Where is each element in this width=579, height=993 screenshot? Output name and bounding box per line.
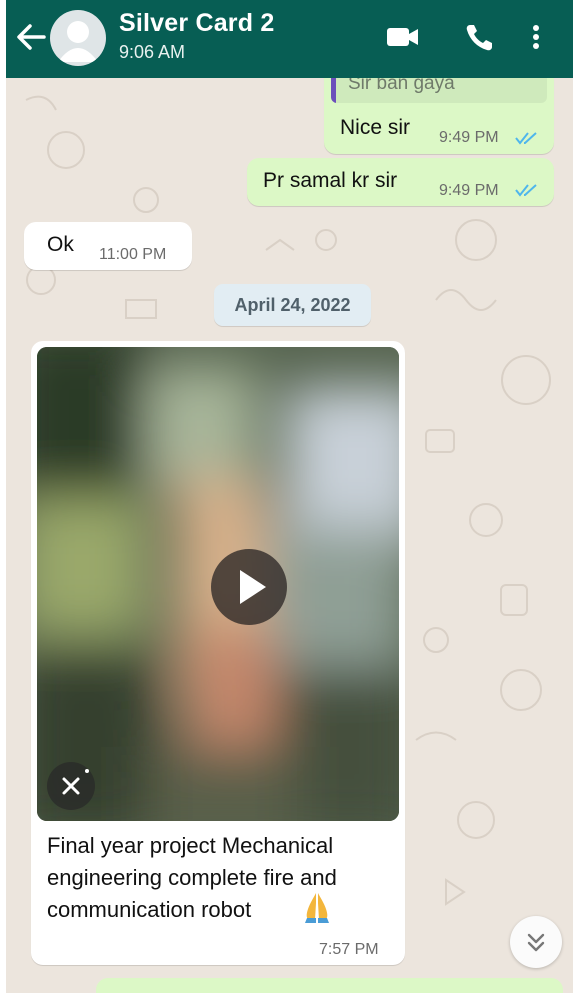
folded-hands-emoji bbox=[302, 889, 332, 923]
date-separator-text: April 24, 2022 bbox=[234, 295, 351, 315]
contact-status: 9:06 AM bbox=[119, 42, 186, 62]
default-avatar-icon bbox=[58, 21, 98, 62]
chat-screen: Silver Card 2 9:06 AM Sir ban gaya Nice … bbox=[6, 0, 573, 993]
read-ticks-icon bbox=[515, 184, 537, 197]
read-ticks-icon bbox=[515, 132, 537, 145]
contact-name[interactable]: Silver Card 2 bbox=[119, 9, 274, 38]
video-thumbnail[interactable] bbox=[37, 347, 399, 821]
phone-icon[interactable] bbox=[461, 20, 499, 54]
message-time: 9:49 PM bbox=[439, 129, 499, 146]
message-time: 9:49 PM bbox=[439, 182, 499, 199]
chat-header: Silver Card 2 9:06 AM bbox=[6, 0, 573, 78]
message-text: Nice sir bbox=[340, 116, 411, 139]
video-call-icon[interactable] bbox=[384, 20, 422, 54]
message-bubble-outgoing-partial[interactable] bbox=[96, 978, 563, 993]
play-icon bbox=[240, 570, 266, 604]
scroll-to-bottom-button[interactable] bbox=[510, 916, 562, 968]
message-time: 11:00 PM bbox=[99, 246, 167, 263]
message-text: Pr samal kr sir bbox=[263, 169, 398, 192]
double-chevron-down-icon bbox=[527, 933, 545, 952]
close-icon bbox=[62, 769, 89, 795]
cancel-download-button[interactable] bbox=[47, 762, 95, 810]
message-time: 7:57 PM bbox=[319, 941, 379, 958]
more-vertical-icon[interactable] bbox=[526, 20, 546, 54]
play-button[interactable] bbox=[211, 549, 287, 625]
message-text: Ok bbox=[47, 233, 74, 256]
media-caption: Final year project Mechanical engineerin… bbox=[47, 833, 337, 922]
date-separator: April 24, 2022 bbox=[214, 284, 371, 326]
arrow-left-icon[interactable] bbox=[14, 22, 48, 52]
avatar[interactable] bbox=[50, 10, 106, 66]
